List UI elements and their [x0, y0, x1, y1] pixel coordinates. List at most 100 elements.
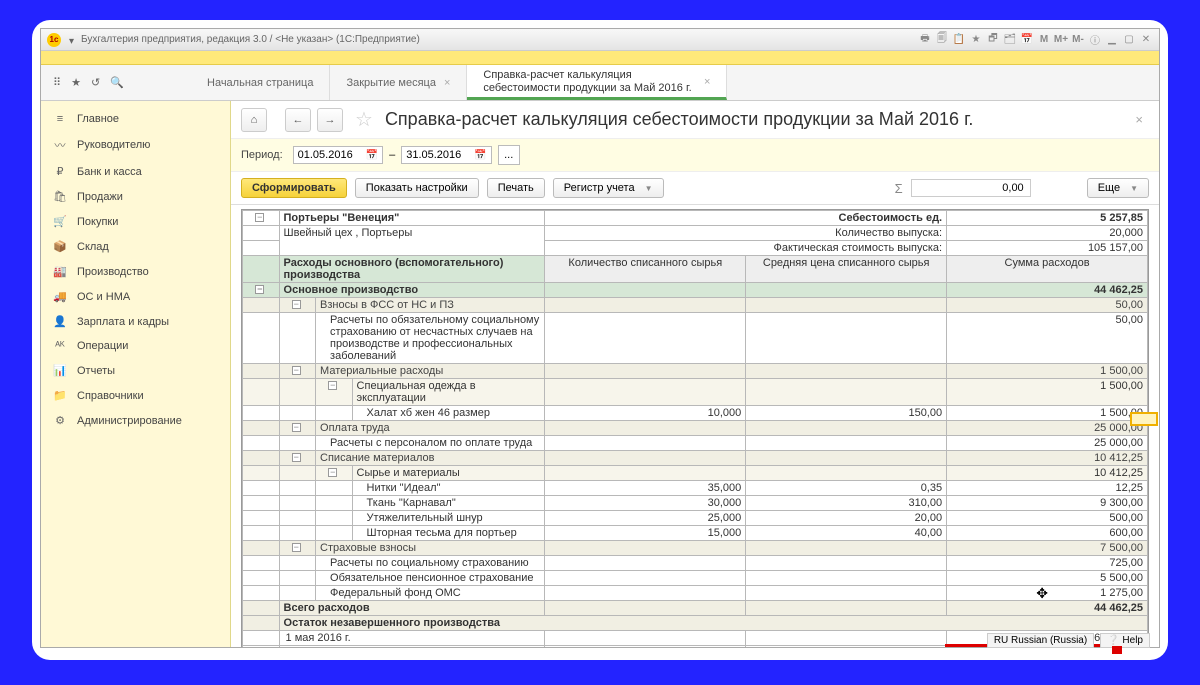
table-row: −Специальная одежда в эксплуатации1 500,… [243, 379, 1148, 406]
toolbar-icon[interactable]: ★ [969, 33, 983, 47]
titlebar-dropdown-icon[interactable]: ▾ [69, 36, 77, 44]
search-icon[interactable]: 🔍 [110, 76, 124, 89]
collapse-toggle[interactable]: − [328, 468, 337, 477]
m-button[interactable]: M [1037, 33, 1051, 47]
gear-icon: ⚙ [53, 414, 67, 427]
toolbar-icon[interactable]: 🗂 [1003, 33, 1017, 47]
table-row: −Списание материалов10 412,25 [243, 451, 1148, 466]
table-row: Ткань "Карнавал"30,000310,009 300,00 [243, 496, 1148, 511]
toolbar-icon[interactable]: 📅 [1020, 33, 1034, 47]
collapse-toggle[interactable]: − [255, 285, 264, 294]
collapse-toggle[interactable]: − [292, 366, 301, 375]
table-row: Халат хб жен 46 размер10,000150,001 500,… [243, 406, 1148, 421]
toolbar-icon[interactable]: 🗗 [986, 33, 1000, 47]
apps-icon[interactable]: ⠿ [53, 76, 61, 89]
close-icon[interactable]: ✕ [1139, 33, 1153, 47]
toolbar-icon[interactable]: 🖶 [918, 33, 932, 47]
sidebar-item-admin[interactable]: ⚙Администрирование [41, 408, 230, 433]
sigma-icon: Σ [895, 181, 903, 196]
table-row: −Сырье и материалы10 412,25 [243, 466, 1148, 481]
period-bar: Период: 📅 – 📅 ... [231, 138, 1159, 172]
collapse-toggle[interactable]: − [292, 300, 301, 309]
favorite-icon[interactable]: ★ [71, 76, 81, 89]
sidebar-item-operations[interactable]: ᴬᴷОперации [41, 334, 230, 358]
sidebar-item-label: Зарплата и кадры [77, 316, 169, 328]
report-table: − Портьеры "Венеция" Себестоимость ед. 5… [242, 210, 1148, 647]
collapse-toggle[interactable]: − [292, 543, 301, 552]
app-1c-icon: 1c [47, 33, 61, 47]
toolbar-icon[interactable]: 🗐 [935, 33, 949, 47]
table-row: Расчеты с персоналом по оплате труда25 0… [243, 436, 1148, 451]
sidebar-item-label: Операции [77, 340, 128, 352]
print-button[interactable]: Печать [487, 178, 545, 198]
table-row: Остаток незавершенного производства [243, 616, 1148, 631]
side-menu: ≡Главное 〰Руководителю ₽Банк и касса 🛍Пр… [41, 101, 231, 647]
favorite-outline-icon[interactable]: ☆ [355, 107, 373, 132]
tab-close-icon[interactable]: × [444, 77, 450, 90]
history-icon[interactable]: ↺ [91, 76, 100, 89]
period-from[interactable]: 📅 [293, 146, 383, 164]
toolbar-icon[interactable]: 📋 [952, 33, 966, 47]
form-close-icon[interactable]: × [1129, 112, 1149, 127]
person-icon: 👤 [53, 315, 67, 328]
calendar-icon[interactable]: 📅 [474, 150, 486, 161]
table-row: −Оплата труда25 000,00 [243, 421, 1148, 436]
sidebar-item-assets[interactable]: 🚚ОС и НМА [41, 284, 230, 309]
sidebar-item-purchases[interactable]: 🛒Покупки [41, 209, 230, 234]
m-plus-button[interactable]: M+ [1054, 33, 1068, 47]
table-row: − Портьеры "Венеция" Себестоимость ед. 5… [243, 211, 1148, 226]
table-row: −Основное производство44 462,25 [243, 283, 1148, 298]
show-settings-button[interactable]: Показать настройки [355, 178, 479, 198]
page-title: Справка-расчет калькуляция себестоимости… [385, 109, 974, 130]
report-area[interactable]: − Портьеры "Венеция" Себестоимость ед. 5… [231, 205, 1159, 647]
lang-indicator[interactable]: RU Russian (Russia) [987, 633, 1094, 648]
m-minus-button[interactable]: M- [1071, 33, 1085, 47]
tab-cost-report[interactable]: Справка-расчет калькуляция себестоимости… [467, 65, 727, 100]
tab-bar: ⠿ ★ ↺ 🔍 Начальная страница Закрытие меся… [41, 65, 1159, 101]
generate-button[interactable]: Сформировать [241, 178, 347, 198]
cursor-icon: ✥ [1036, 585, 1048, 602]
tab-close-icon[interactable]: × [704, 76, 710, 89]
tab-month-close[interactable]: Закрытие месяца× [330, 65, 467, 100]
more-button[interactable]: Еще▼ [1087, 178, 1149, 198]
sidebar-item-label: Отчеты [77, 365, 115, 377]
period-dash: – [389, 149, 395, 161]
sidebar-item-reports[interactable]: 📊Отчеты [41, 358, 230, 383]
collapse-toggle[interactable]: − [255, 213, 264, 222]
register-button[interactable]: Регистр учета▼ [553, 178, 664, 198]
date-from-input[interactable] [298, 149, 362, 161]
sidebar-item-salary[interactable]: 👤 Зарплата и кадры [41, 309, 230, 334]
sidebar-item-bank[interactable]: ₽Банк и касса [41, 159, 230, 184]
table-row: Расчеты по социальному страхованию725,00 [243, 556, 1148, 571]
sidebar-item-label: Справочники [77, 390, 144, 402]
table-row: Утяжелительный шнур25,00020,00500,00 [243, 511, 1148, 526]
table-row: Федеральный фонд ОМС1 275,00 [243, 586, 1148, 601]
info-icon[interactable]: ⓘ [1088, 33, 1102, 47]
sidebar-item-dicts[interactable]: 📁Справочники [41, 383, 230, 408]
calendar-icon[interactable]: 📅 [366, 150, 378, 161]
collapse-toggle[interactable]: − [328, 381, 337, 390]
menu-icon: ≡ [53, 113, 67, 125]
sidebar-item-main[interactable]: ≡Главное [41, 107, 230, 131]
help-button[interactable]: ❔ Help [1100, 633, 1150, 648]
tab-home[interactable]: Начальная страница [191, 65, 330, 100]
back-button[interactable]: ← [285, 108, 311, 132]
red-marker [1112, 646, 1122, 654]
sidebar-item-production[interactable]: 🏭Производство [41, 259, 230, 284]
table-row: Швейный цех , ПортьерыКоличество выпуска… [243, 226, 1148, 241]
collapse-toggle[interactable]: − [292, 423, 301, 432]
collapse-toggle[interactable]: − [292, 453, 301, 462]
sidebar-item-stock[interactable]: 📦Склад [41, 234, 230, 259]
sidebar-item-label: Продажи [77, 191, 123, 203]
forward-button[interactable]: → [317, 108, 343, 132]
maximize-icon[interactable]: ▢ [1122, 33, 1136, 47]
chevron-down-icon: ▼ [1130, 184, 1138, 193]
table-row: −Материальные расходы1 500,00 [243, 364, 1148, 379]
sidebar-item-sales[interactable]: 🛍Продажи [41, 184, 230, 209]
sidebar-item-manager[interactable]: 〰Руководителю [41, 131, 230, 159]
home-button[interactable]: ⌂ [241, 108, 267, 132]
period-picker-button[interactable]: ... [498, 145, 520, 165]
period-to[interactable]: 📅 [401, 146, 491, 164]
minimize-icon[interactable]: ▁ [1105, 33, 1119, 47]
date-to-input[interactable] [406, 149, 470, 161]
